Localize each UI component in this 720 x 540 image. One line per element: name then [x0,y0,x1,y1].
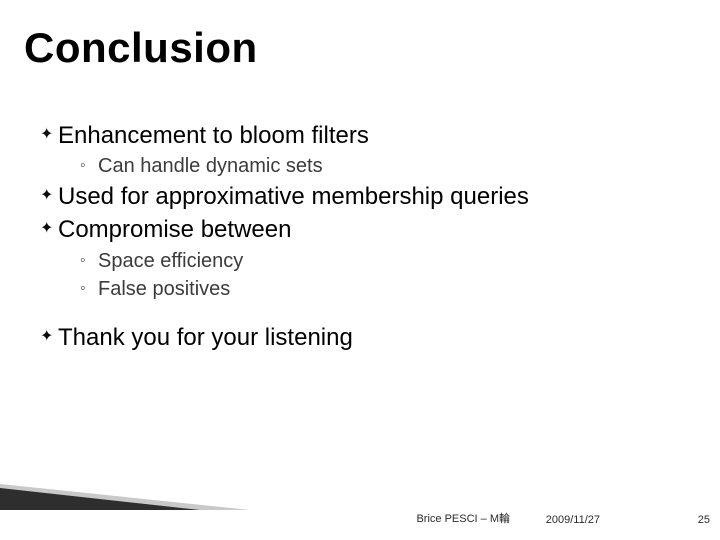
bullet-marker-icon: ✦ [40,181,58,211]
subbullet-marker-icon: ◦ [80,276,98,302]
footer-date: 2009/11/27 [546,514,600,526]
bullet-marker-icon: ✦ [40,120,58,150]
subbullet-marker-icon: ◦ [80,248,98,274]
slide-content: ✦ Enhancement to bloom filters ◦ Can han… [40,120,690,355]
subbullet-item: ◦ Space efficiency [80,248,690,274]
spacer [40,304,690,322]
bullet-text: Thank you for your listening [58,322,690,353]
subbullet-item: ◦ Can handle dynamic sets [80,153,690,179]
subbullet-text: False positives [98,276,230,302]
bullet-marker-icon: ✦ [40,322,58,352]
bullet-marker-icon: ✦ [40,214,58,244]
footer-author: Brice PESCI – M輪 [416,510,510,526]
subbullet-text: Can handle dynamic sets [98,153,323,179]
slide: Conclusion ✦ Enhancement to bloom filter… [0,0,720,540]
bullet-text: Used for approximative membership querie… [58,181,690,212]
bullet-text: Compromise between [58,214,690,245]
bullet-item: ✦ Used for approximative membership quer… [40,181,690,212]
subbullet-marker-icon: ◦ [80,153,98,179]
subbullet-text: Space efficiency [98,248,243,274]
bullet-text: Enhancement to bloom filters [58,120,690,151]
bullet-item: ✦ Thank you for your listening [40,322,690,353]
bullet-item: ✦ Enhancement to bloom filters [40,120,690,151]
bullet-item: ✦ Compromise between [40,214,690,245]
slide-title: Conclusion [24,24,258,72]
slide-footer: Brice PESCI – M輪 2009/11/27 25 [0,506,720,526]
subbullet-item: ◦ False positives [80,276,690,302]
footer-page-number: 25 [698,514,710,526]
